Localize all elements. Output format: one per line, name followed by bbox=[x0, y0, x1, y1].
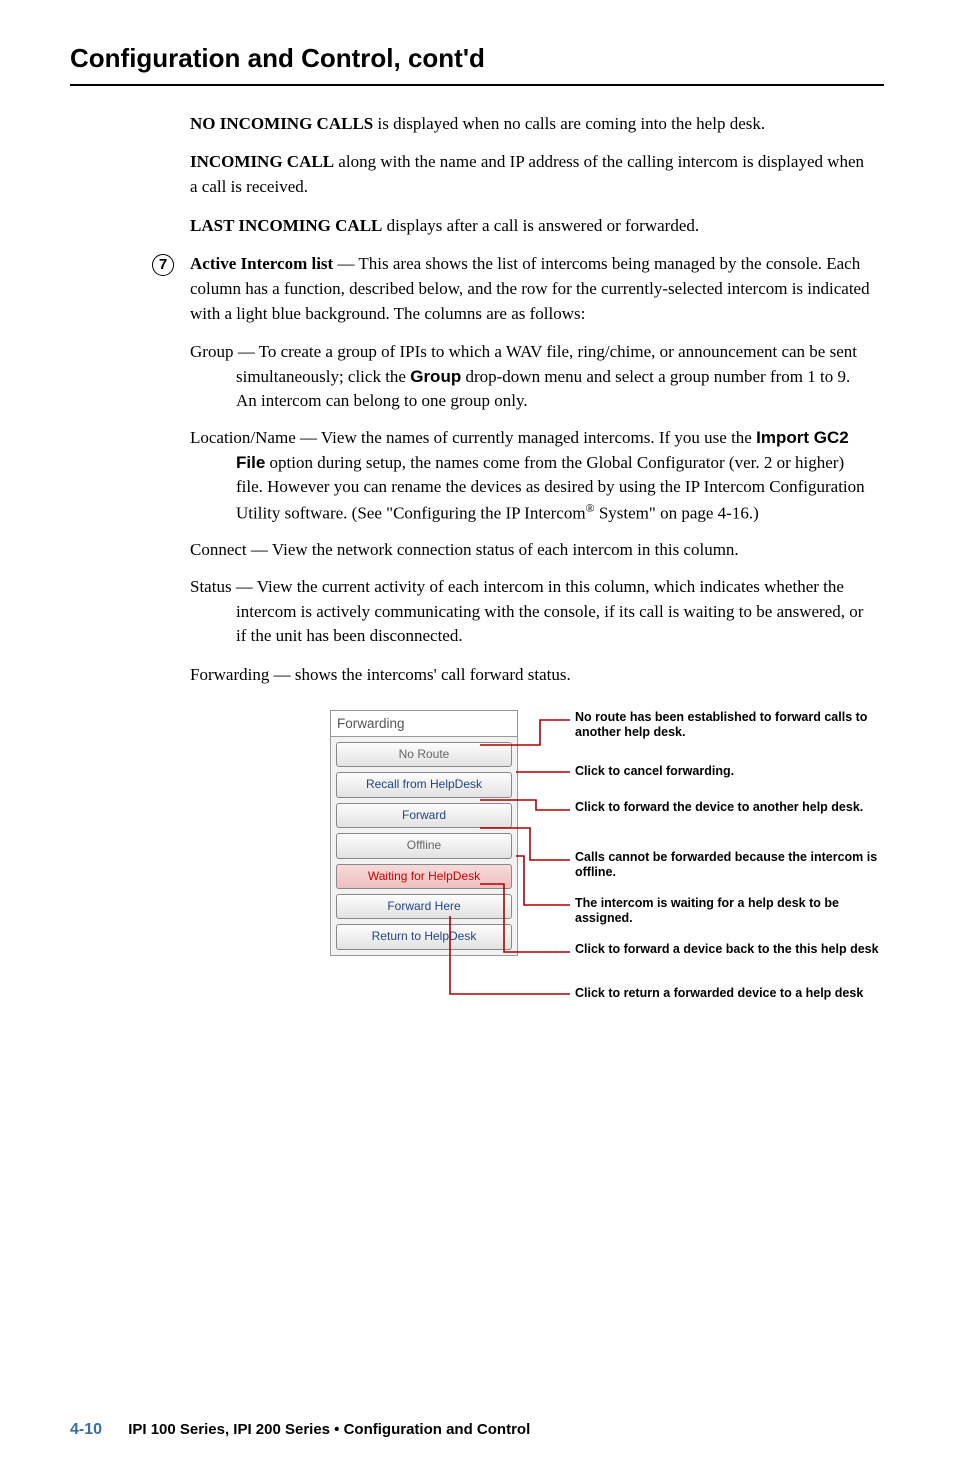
registered-icon: ® bbox=[586, 501, 595, 515]
sub-connect: Connect — View the network connection st… bbox=[190, 538, 874, 563]
annot-forward: Click to forward the device to another h… bbox=[575, 800, 885, 816]
item-7: 7 Active Intercom list — This area shows… bbox=[190, 252, 874, 687]
annot-offline: Calls cannot be forwarded because the in… bbox=[575, 850, 885, 881]
term-last-incoming: LAST INCOMING CALL bbox=[190, 216, 382, 235]
annot-recall: Click to cancel forwarding. bbox=[575, 764, 885, 780]
annot-no-route: No route has been established to forward… bbox=[575, 710, 885, 741]
forwarding-panel: Forwarding No Route Recall from HelpDesk… bbox=[330, 710, 518, 956]
panel-header: Forwarding bbox=[331, 711, 517, 738]
text: displays after a call is answered or for… bbox=[382, 216, 699, 235]
annot-fwd-here: Click to forward a device back to the th… bbox=[575, 942, 885, 958]
forward-here-button[interactable]: Forward Here bbox=[336, 894, 512, 919]
sub-forwarding: Forwarding — shows the intercoms' call f… bbox=[190, 663, 874, 688]
para-last-incoming: LAST INCOMING CALL displays after a call… bbox=[190, 214, 874, 239]
item-7-para: Active Intercom list — This area shows t… bbox=[190, 252, 874, 326]
page-number: 4-10 bbox=[70, 1421, 102, 1438]
para-no-incoming: NO INCOMING CALLS is displayed when no c… bbox=[190, 112, 874, 137]
sub-location-name: Location/Name — View the names of curren… bbox=[190, 426, 874, 526]
text: System" on page 4-16.) bbox=[595, 504, 759, 523]
text: is displayed when no calls are coming in… bbox=[373, 114, 765, 133]
term-active-intercom-list: Active Intercom list bbox=[190, 254, 333, 273]
annot-return: Click to return a forwarded device to a … bbox=[575, 986, 885, 1002]
para-incoming: INCOMING CALL along with the name and IP… bbox=[190, 150, 874, 199]
waiting-for-helpdesk-button[interactable]: Waiting for HelpDesk bbox=[336, 864, 512, 889]
forward-button[interactable]: Forward bbox=[336, 803, 512, 828]
text: option during setup, the names come from… bbox=[236, 453, 865, 523]
sub-group: Group — To create a group of IPIs to whi… bbox=[190, 340, 874, 414]
sub-status: Status — View the current activity of ea… bbox=[190, 575, 874, 649]
footer-title: IPI 100 Series, IPI 200 Series • Configu… bbox=[128, 1421, 530, 1438]
body-content: NO INCOMING CALLS is displayed when no c… bbox=[70, 112, 884, 1030]
recall-from-helpdesk-button[interactable]: Recall from HelpDesk bbox=[336, 772, 512, 797]
term-no-incoming: NO INCOMING CALLS bbox=[190, 114, 373, 133]
term-incoming: INCOMING CALL bbox=[190, 152, 334, 171]
annot-waiting: The intercom is waiting for a help desk … bbox=[575, 896, 885, 927]
ui-term-group: Group bbox=[410, 367, 461, 386]
offline-button[interactable]: Offline bbox=[336, 833, 512, 858]
return-to-helpdesk-button[interactable]: Return to HelpDesk bbox=[336, 924, 512, 949]
forwarding-diagram: Forwarding No Route Recall from HelpDesk… bbox=[330, 710, 890, 1030]
page-footer: 4-10 IPI 100 Series, IPI 200 Series • Co… bbox=[70, 1418, 530, 1441]
marker-7-icon: 7 bbox=[152, 254, 174, 276]
no-route-button[interactable]: No Route bbox=[336, 742, 512, 767]
section-title: Configuration and Control, cont'd bbox=[70, 40, 884, 86]
text: Location/Name — View the names of curren… bbox=[190, 428, 756, 447]
